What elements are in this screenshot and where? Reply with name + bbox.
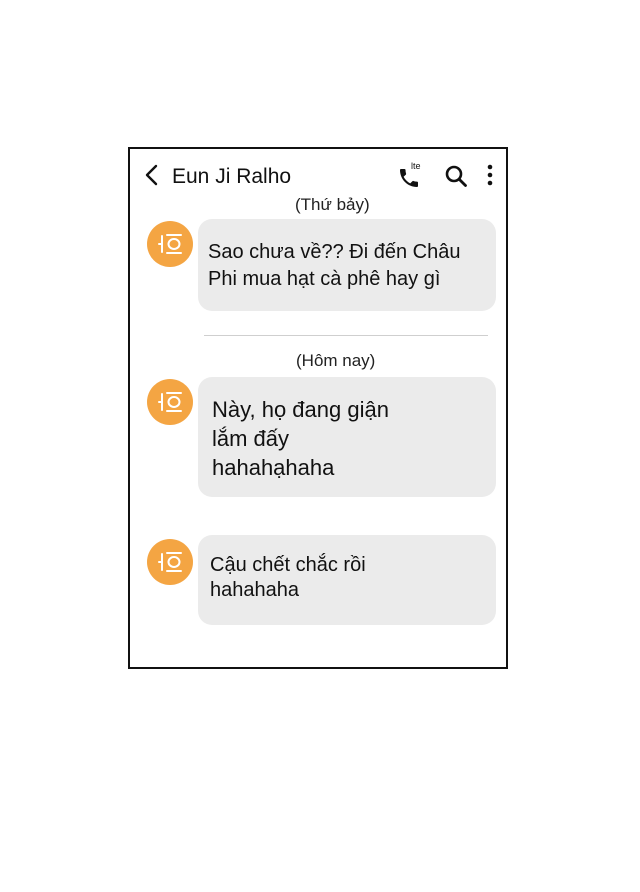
contact-avatar-icon [158, 392, 182, 412]
divider [204, 335, 488, 336]
call-button[interactable]: lte [397, 161, 427, 191]
contact-avatar-icon [158, 234, 182, 254]
message-bubble[interactable]: Này, họ đang giận lắm đấy hahahạhaha [198, 377, 496, 497]
chat-screen: Eun Ji Ralho lte (Thứ bảy) Sao chưa về??… [128, 147, 508, 669]
more-vertical-icon[interactable] [480, 163, 500, 187]
lte-badge: lte [411, 161, 421, 171]
date-separator: (Hôm nay) [296, 351, 376, 370]
chevron-left-icon[interactable] [142, 163, 162, 187]
message-bubble[interactable]: Sao chưa về?? Đi đến Châu Phi mua hạt cà… [198, 219, 496, 311]
search-icon[interactable] [444, 164, 468, 188]
avatar[interactable] [147, 379, 193, 425]
message-text: Sao chưa về?? Đi đến Châu Phi mua hạt cà… [208, 241, 461, 290]
contact-name[interactable]: Eun Ji Ralho [172, 165, 291, 189]
message-text: Cậu chết chắc rồi hahahaha [210, 554, 366, 601]
contact-avatar-icon [158, 552, 182, 572]
date-separator: (Thứ bảy) [295, 195, 370, 214]
avatar[interactable] [147, 539, 193, 585]
avatar[interactable] [147, 221, 193, 267]
message-bubble[interactable]: Cậu chết chắc rồi hahahaha [198, 535, 496, 625]
chat-header: Eun Ji Ralho lte [130, 149, 506, 199]
message-text: Này, họ đang giận lắm đấy hahahạhaha [212, 397, 389, 480]
